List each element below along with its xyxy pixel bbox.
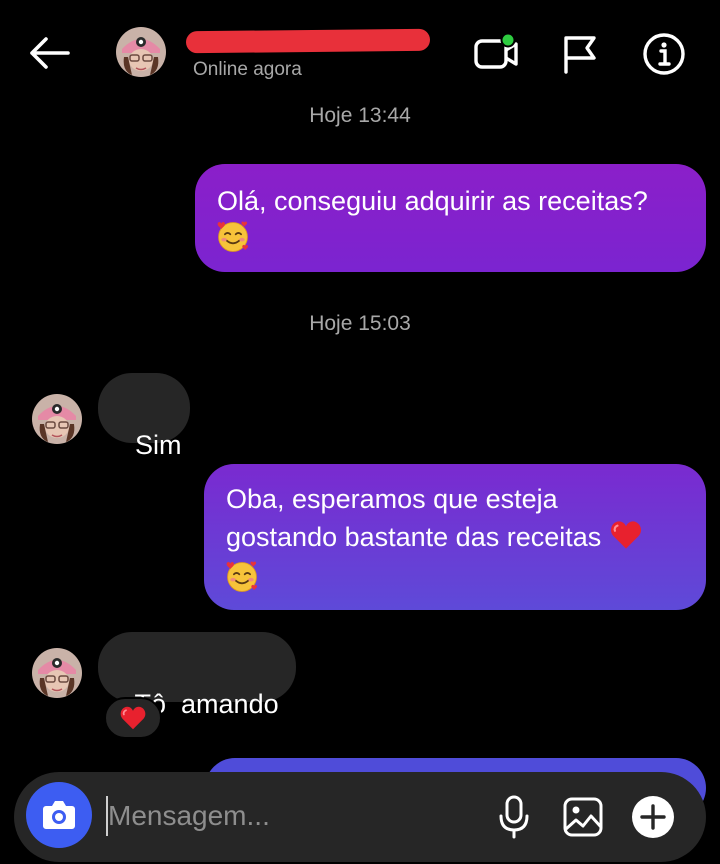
message-text: Sim bbox=[135, 430, 182, 460]
info-icon bbox=[643, 33, 685, 75]
microphone-icon bbox=[499, 795, 529, 839]
camera-icon bbox=[43, 801, 75, 829]
flag-icon bbox=[564, 36, 596, 74]
message-reaction[interactable] bbox=[104, 697, 162, 739]
add-attachment-button[interactable] bbox=[630, 794, 676, 840]
outgoing-message-bubble[interactable]: Oba, esperamos que esteja gostando basta… bbox=[204, 464, 706, 610]
smiling-face-with-hearts-emoji-icon bbox=[215, 219, 251, 255]
message-text: Olá, conseguiu adquirir as receitas? bbox=[217, 186, 648, 216]
sender-avatar[interactable] bbox=[32, 394, 82, 444]
message-timestamp: Hoje 15:03 bbox=[309, 312, 411, 335]
incoming-message-bubble[interactable]: Tô amando bbox=[98, 632, 296, 719]
voice-message-button[interactable] bbox=[492, 794, 536, 840]
smiling-face-with-hearts-emoji-icon bbox=[224, 559, 260, 595]
video-call-button[interactable] bbox=[472, 30, 520, 78]
back-button[interactable] bbox=[24, 30, 74, 76]
red-heart-reaction-icon bbox=[119, 704, 147, 732]
contact-avatar[interactable] bbox=[116, 27, 166, 77]
contact-name-redacted bbox=[185, 28, 431, 54]
message-text-line-2: gostando bastante das receitas bbox=[226, 522, 602, 552]
outgoing-message-bubble[interactable]: Olá, conseguiu adquirir as receitas? bbox=[195, 164, 706, 272]
plus-circle-icon bbox=[632, 796, 674, 838]
sender-avatar[interactable] bbox=[32, 648, 82, 698]
video-call-icon bbox=[474, 32, 518, 69]
online-status: Online agora bbox=[193, 59, 302, 80]
message-text-line-1: Oba, esperamos que esteja bbox=[226, 484, 558, 514]
message-input[interactable] bbox=[108, 794, 478, 838]
info-button[interactable] bbox=[640, 30, 688, 78]
message-timestamp: Hoje 13:44 bbox=[309, 104, 411, 127]
report-flag-button[interactable] bbox=[556, 30, 604, 78]
gallery-button[interactable] bbox=[561, 794, 605, 840]
incoming-message-bubble[interactable]: Sim bbox=[98, 373, 190, 460]
arrow-left-icon bbox=[30, 37, 70, 69]
camera-button[interactable] bbox=[26, 782, 92, 848]
red-heart-emoji-icon bbox=[609, 518, 643, 552]
image-gallery-icon bbox=[563, 797, 603, 837]
